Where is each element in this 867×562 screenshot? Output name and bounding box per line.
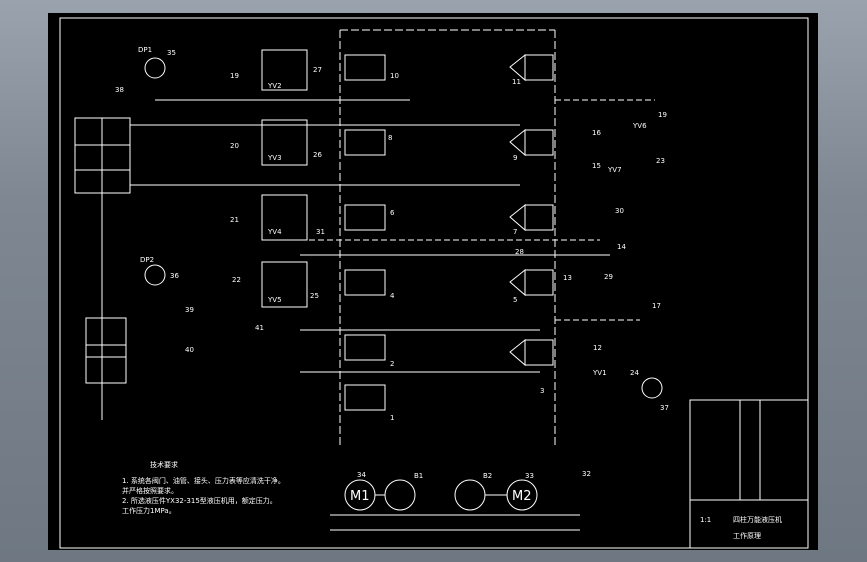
hydraulic-schematic: 35 38 19 20 21 22 36 39 40 41 10 8 6 4 2… xyxy=(59,17,809,549)
label-24: 24 xyxy=(630,369,639,377)
label-28: 28 xyxy=(515,248,524,256)
label-21: 21 xyxy=(230,216,239,224)
label-m1: M1 xyxy=(350,489,370,504)
label-yv2: YV2 xyxy=(267,82,282,90)
label-16: 16 xyxy=(592,129,601,137)
label-b2: B2 xyxy=(483,472,492,480)
ejector-cylinder xyxy=(85,317,127,384)
titleblock-name: 四柱万能液压机 xyxy=(733,515,782,524)
label-39: 39 xyxy=(185,306,194,314)
label-36: 36 xyxy=(170,272,179,280)
label-22: 22 xyxy=(232,276,241,284)
label-yv7: YV7 xyxy=(607,166,622,174)
title-block xyxy=(689,399,809,549)
label-40: 40 xyxy=(185,346,194,354)
label-37: 37 xyxy=(660,404,669,412)
label-14: 14 xyxy=(617,243,626,251)
label-15: 15 xyxy=(592,162,601,170)
label-2: 2 xyxy=(390,360,394,368)
label-25: 25 xyxy=(310,292,319,300)
label-17: 17 xyxy=(652,302,661,310)
label-23: 23 xyxy=(656,157,665,165)
label-yv3: YV3 xyxy=(267,154,282,162)
label-yv1: YV1 xyxy=(592,369,607,377)
notes-line-1: 1. 系统各阀门、油管、接头、压力表等应清洗干净。 xyxy=(122,476,285,485)
label-9: 9 xyxy=(513,154,517,162)
label-yv5: YV5 xyxy=(267,296,282,304)
label-29: 29 xyxy=(604,273,613,281)
label-10: 10 xyxy=(390,72,399,80)
label-7: 7 xyxy=(513,228,517,236)
label-yv4: YV4 xyxy=(267,228,282,236)
label-32: 32 xyxy=(582,470,591,478)
label-41: 41 xyxy=(255,324,264,332)
label-20: 20 xyxy=(230,142,239,150)
label-yv6: YV6 xyxy=(632,122,647,130)
notes-line-2: 并严格按照要求。 xyxy=(122,486,178,495)
notes-title: 技术要求 xyxy=(150,460,178,469)
notes-line-4: 工作压力1MPa。 xyxy=(122,506,176,515)
label-26: 26 xyxy=(313,151,322,159)
label-12: 12 xyxy=(593,344,602,352)
label-35: 35 xyxy=(167,49,176,57)
label-33: 33 xyxy=(525,472,534,480)
label-27: 27 xyxy=(313,66,322,74)
label-34: 34 xyxy=(357,471,366,479)
label-m2: M2 xyxy=(512,489,532,504)
label-6: 6 xyxy=(390,209,395,217)
label-dp2: DP2 xyxy=(140,256,154,264)
label-4: 4 xyxy=(390,292,395,300)
label-3: 3 xyxy=(540,387,544,395)
label-13: 13 xyxy=(563,274,572,282)
notes-line-3: 2. 所选液压件YX32-315型液压机用，额定压力。 xyxy=(122,496,277,505)
label-b1: B1 xyxy=(414,472,423,480)
label-5: 5 xyxy=(513,296,517,304)
titleblock-unit: 1:1 xyxy=(700,516,711,524)
label-19a: 19 xyxy=(230,72,239,80)
label-dp1: DP1 xyxy=(138,46,152,54)
label-30: 30 xyxy=(615,207,624,215)
label-1: 1 xyxy=(390,414,394,422)
label-31: 31 xyxy=(316,228,325,236)
label-19b: 19 xyxy=(658,111,667,119)
titleblock-drawing: 工作原理 xyxy=(733,531,761,540)
label-38: 38 xyxy=(115,86,124,94)
label-11: 11 xyxy=(512,78,521,86)
label-8: 8 xyxy=(388,134,392,142)
